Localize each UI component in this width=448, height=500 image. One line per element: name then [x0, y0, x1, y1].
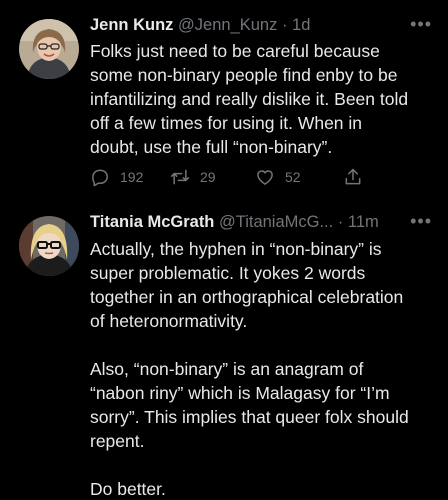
retweet-icon [170, 169, 190, 185]
timestamp[interactable]: · 11m [338, 213, 379, 231]
more-options-icon[interactable]: ••• [410, 13, 432, 35]
reply-button[interactable]: 192 [90, 166, 143, 188]
reply-count: 192 [120, 169, 144, 185]
tweet-titania-mcgrath[interactable]: Titania McGrath @TitaniaMcG... · 11m •••… [0, 200, 448, 500]
retweet-count: 29 [200, 169, 216, 185]
like-count: 52 [285, 169, 301, 185]
more-options-icon[interactable]: ••• [410, 210, 432, 232]
tweet-header: Jenn Kunz @Jenn_Kunz · 1d ••• [90, 14, 438, 36]
reply-icon [92, 169, 108, 187]
retweet-button[interactable]: 29 [170, 166, 216, 188]
handle[interactable]: @TitaniaMcG... [219, 213, 333, 231]
tweet-actions: 192 29 52 [90, 166, 430, 188]
timestamp[interactable]: · 1d [282, 16, 310, 34]
handle[interactable]: @Jenn_Kunz [178, 16, 277, 34]
display-name[interactable]: Jenn Kunz [90, 16, 173, 34]
display-name[interactable]: Titania McGrath [90, 213, 214, 231]
share-button[interactable] [343, 166, 363, 188]
tweet-text: Actually, the hyphen in “non-binary” is … [90, 239, 409, 499]
like-button[interactable]: 52 [255, 166, 301, 188]
tweet-jenn-kunz[interactable]: Jenn Kunz @Jenn_Kunz · 1d ••• Folks just… [0, 0, 448, 200]
tweet-text: Folks just need to be careful because so… [90, 41, 409, 157]
avatar-titania-mcgrath[interactable] [19, 216, 79, 276]
heart-icon [257, 170, 273, 185]
avatar-jenn-kunz[interactable] [19, 19, 79, 79]
tweet-header: Titania McGrath @TitaniaMcG... · 11m ••• [90, 211, 438, 233]
share-icon [345, 168, 361, 185]
